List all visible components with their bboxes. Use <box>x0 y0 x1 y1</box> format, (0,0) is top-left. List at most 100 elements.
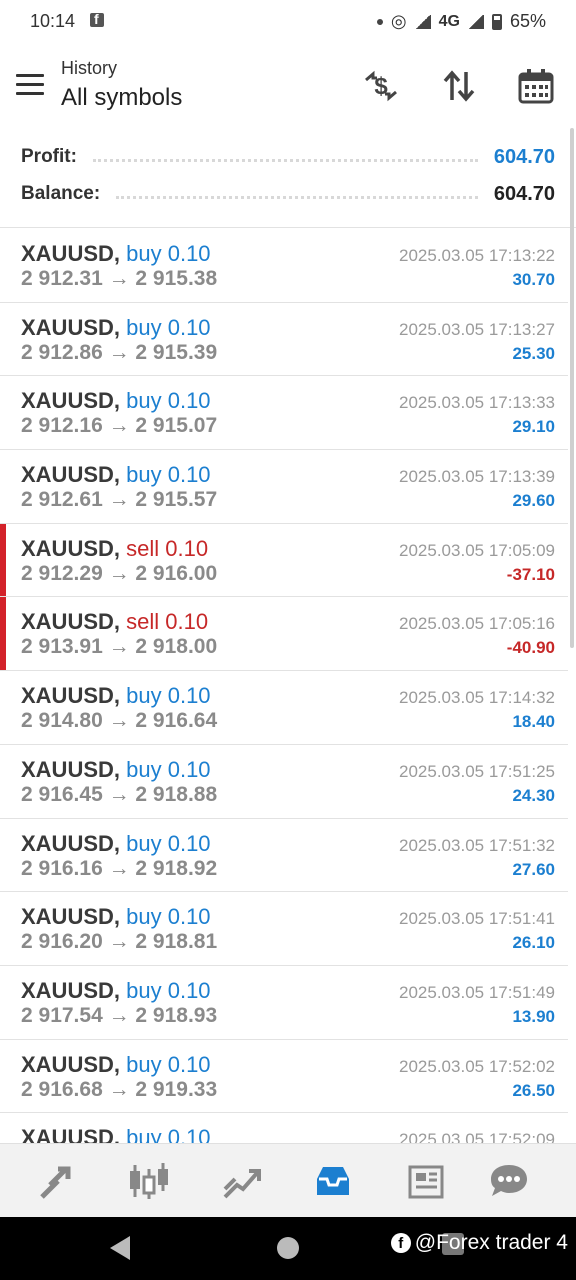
trade-symbol: XAUUSD, buy 0.10 <box>21 1125 211 1143</box>
trade-time: 2025.03.05 17:05:16 <box>399 614 555 634</box>
currency-exchange-icon[interactable]: $ <box>361 66 401 106</box>
trade-profit: 26.10 <box>512 933 555 953</box>
trade-row[interactable]: XAUUSD, buy 0.10 2 916.20 → 2 918.81 2025.… <box>0 892 568 966</box>
trade-row[interactable]: XAUUSD, buy 0.10 2025.03.05 17:52:09 <box>0 1113 568 1143</box>
trade-profit: 13.90 <box>512 1006 555 1026</box>
scrollbar[interactable] <box>570 128 574 648</box>
page-title[interactable]: All symbols <box>61 84 182 112</box>
trade-prices: 2 917.54 → 2 918.93 <box>21 1003 218 1027</box>
symbol-name: XAUUSD, <box>21 830 121 856</box>
trade-profit: 29.60 <box>512 491 555 511</box>
trade-symbol: XAUUSD, sell 0.10 <box>21 609 208 635</box>
profit-value: 604.70 <box>493 145 555 168</box>
trade-symbol: XAUUSD, buy 0.10 <box>21 315 211 341</box>
trade-row[interactable]: XAUUSD, buy 0.10 2 916.45 → 2 918.88 2025.… <box>0 745 568 819</box>
trade-profit: 27.60 <box>512 859 555 879</box>
sort-icon[interactable] <box>439 66 479 106</box>
trade-time: 2025.03.05 17:51:25 <box>399 761 555 781</box>
symbol-name: XAUUSD, <box>21 609 121 635</box>
chart-icon[interactable] <box>126 1158 172 1204</box>
trade-profit: 30.70 <box>512 270 555 289</box>
trade-row[interactable]: XAUUSD, sell 0.10 2 912.29 → 2 916.00 2025… <box>0 523 568 598</box>
trade-time: 2025.03.05 17:13:39 <box>399 467 555 487</box>
trade-prices: 2 912.16 → 2 915.07 <box>21 414 218 438</box>
trade-side: buy 0.10 <box>126 1125 211 1143</box>
menu-icon[interactable] <box>16 74 44 96</box>
home-button[interactable] <box>277 1237 299 1259</box>
profit-label: Profit: <box>21 146 77 167</box>
trade-symbol: XAUUSD, buy 0.10 <box>21 241 211 267</box>
watermark: f @Forex trader 4 <box>390 1231 568 1255</box>
quotes-icon[interactable] <box>35 1158 81 1204</box>
trade-row[interactable]: XAUUSD, buy 0.10 2 917.54 → 2 918.93 2025.… <box>0 966 568 1040</box>
trade-row[interactable]: XAUUSD, buy 0.10 2 912.61 → 2 915.57 2025.… <box>0 450 568 524</box>
history-icon[interactable] <box>310 1158 356 1204</box>
balance-label: Balance: <box>21 183 101 204</box>
bottom-navigation <box>0 1143 576 1217</box>
facebook-notification-icon <box>90 11 104 27</box>
trade-row[interactable]: XAUUSD, buy 0.10 2 914.80 → 2 916.64 2025.… <box>0 671 568 745</box>
trade-profit: 24.30 <box>512 785 555 805</box>
trade-side: buy 0.10 <box>126 241 211 266</box>
trade-row[interactable]: XAUUSD, buy 0.10 2 916.68 → 2 919.33 2025.… <box>0 1040 568 1114</box>
trade-time: 2025.03.05 17:51:32 <box>399 835 555 855</box>
divider <box>92 158 478 162</box>
trade-profit: 29.10 <box>512 417 555 437</box>
trade-time: 2025.03.05 17:05:09 <box>399 540 555 560</box>
trade-time: 2025.03.05 17:13:22 <box>399 246 555 265</box>
trade-time: 2025.03.05 17:13:33 <box>399 393 555 413</box>
trade-time: 2025.03.05 17:14:32 <box>399 688 555 708</box>
back-button[interactable] <box>110 1236 130 1260</box>
trade-profit: 25.30 <box>512 343 555 363</box>
trade-side: buy 0.10 <box>126 388 211 414</box>
trade-prices: 2 912.31 → 2 915.38 <box>21 267 218 290</box>
symbol-name: XAUUSD, <box>21 535 121 561</box>
trade-prices: 2 912.29 → 2 916.00 <box>21 561 218 585</box>
signal-2-icon <box>467 14 484 29</box>
trade-row[interactable]: XAUUSD, buy 0.10 2 916.16 → 2 918.92 2025.… <box>0 819 568 893</box>
trade-row[interactable]: XAUUSD, buy 0.10 2 912.86 → 2 915.39 2025.… <box>0 303 568 377</box>
symbol-name: XAUUSD, <box>21 1051 121 1077</box>
trade-side: buy 0.10 <box>126 977 211 1003</box>
battery-level: 65% <box>509 11 546 31</box>
trade-prices: 2 916.16 → 2 918.92 <box>21 856 218 880</box>
trade-symbol: XAUUSD, buy 0.10 <box>21 831 211 857</box>
trade-history-list[interactable]: XAUUSD, buy 0.10 2 912.31 → 2 915.38 2025.… <box>0 229 568 1143</box>
trade-symbol: XAUUSD, buy 0.10 <box>21 462 211 488</box>
balance-value: 604.70 <box>493 182 555 205</box>
trade-prices: 2 912.61 → 2 915.57 <box>21 488 218 512</box>
status-bar: 10:14 ◎ 4G 65% <box>0 0 576 44</box>
trade-profit: -37.10 <box>506 564 555 584</box>
trade-row[interactable]: XAUUSD, buy 0.10 2 912.16 → 2 915.07 2025.… <box>0 376 568 451</box>
status-indicators: ◎ 4G 65% <box>376 11 546 32</box>
facebook-icon: f <box>390 1233 411 1253</box>
trade-prices: 2 916.45 → 2 918.88 <box>21 782 218 806</box>
trade-icon[interactable] <box>218 1158 264 1204</box>
symbol-name: XAUUSD, <box>21 683 121 709</box>
trade-row[interactable]: XAUUSD, sell 0.10 2 913.91 → 2 918.00 2025… <box>0 597 568 672</box>
notification-dot-icon <box>376 18 383 25</box>
symbol-name: XAUUSD, <box>21 462 121 488</box>
chat-icon[interactable] <box>486 1158 532 1204</box>
header-subtitle: History <box>61 58 118 78</box>
symbol-name: XAUUSD, <box>21 1125 121 1143</box>
trade-symbol: XAUUSD, sell 0.10 <box>21 536 208 562</box>
trade-side: buy 0.10 <box>126 904 211 930</box>
divider <box>116 195 478 199</box>
trade-symbol: XAUUSD, buy 0.10 <box>21 1052 211 1078</box>
account-summary: Profit: 604.70 Balance: 604.70 <box>0 128 576 228</box>
system-navigation-bar: f @Forex trader 4 <box>0 1217 576 1280</box>
trade-time: 2025.03.05 17:52:02 <box>399 1056 555 1076</box>
calendar-icon[interactable] <box>516 66 556 106</box>
symbol-name: XAUUSD, <box>21 904 121 930</box>
trade-symbol: XAUUSD, buy 0.10 <box>21 388 211 414</box>
trade-profit: 26.50 <box>512 1080 555 1100</box>
symbol-name: XAUUSD, <box>21 756 121 782</box>
trade-profit: -40.90 <box>506 638 555 658</box>
news-icon[interactable] <box>403 1158 449 1204</box>
trade-symbol: XAUUSD, buy 0.10 <box>21 683 211 709</box>
trade-symbol: XAUUSD, buy 0.10 <box>21 757 211 783</box>
trade-side: buy 0.10 <box>126 1051 211 1077</box>
trade-time: 2025.03.05 17:13:27 <box>399 319 555 339</box>
trade-row[interactable]: XAUUSD, buy 0.10 2 912.31 → 2 915.38 2025.… <box>0 229 568 303</box>
